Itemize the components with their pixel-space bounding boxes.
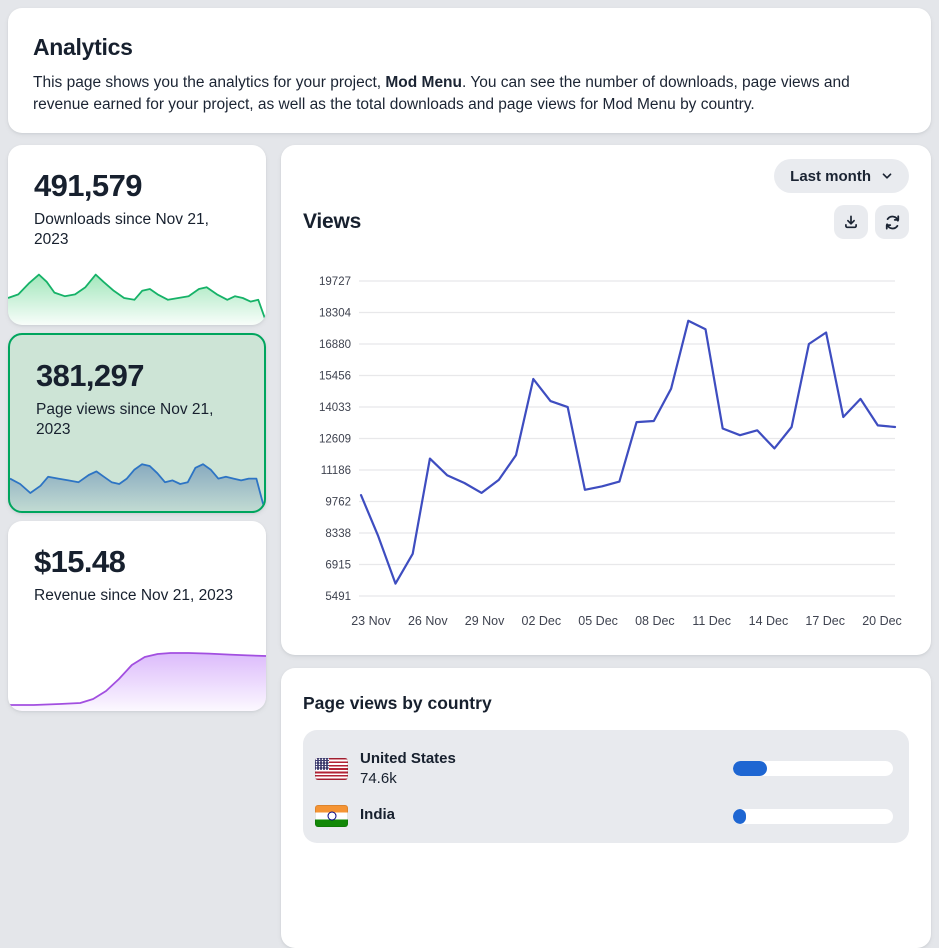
chevron-down-icon [881,170,893,182]
svg-text:19727: 19727 [319,276,351,288]
svg-text:14 Dec: 14 Dec [749,614,789,628]
page-views-sparkline [10,439,264,511]
svg-text:14033: 14033 [319,402,351,414]
country-info: India [360,806,395,826]
svg-text:11186: 11186 [321,465,351,477]
country-row-india: India [315,797,897,837]
country-progress-fill [733,809,746,824]
stat-card-page-views[interactable]: 381,297 Page views since Nov 21, 2023 [8,333,266,513]
svg-text:08 Dec: 08 Dec [635,614,675,628]
country-progress-bar [733,809,893,824]
svg-text:05 Dec: 05 Dec [578,614,618,628]
page-description-before: This page shows you the analytics for yo… [33,74,385,91]
svg-text:12609: 12609 [319,434,351,446]
country-row-united-states: United States 74.6k [315,742,897,797]
download-icon [843,214,859,230]
svg-text:23 Nov: 23 Nov [351,614,391,628]
stat-card-revenue[interactable]: $15.48 Revenue since Nov 21, 2023 [8,521,266,711]
refresh-icon [884,214,901,231]
page-views-label: Page views since Nov 21, 2023 [36,400,238,439]
svg-text:9762: 9762 [325,497,351,509]
country-info: United States 74.6k [360,750,456,787]
page-title: Analytics [33,34,906,61]
svg-text:8338: 8338 [325,528,351,540]
revenue-value: $15.48 [34,544,266,580]
country-name: United States [360,750,456,767]
svg-text:26 Nov: 26 Nov [408,614,448,628]
svg-text:6915: 6915 [325,560,351,572]
country-progress-fill [733,761,767,776]
chart-action-buttons [834,205,909,239]
country-progress-bar [733,761,893,776]
views-line-chart: 19727 18304 16880 15456 14033 12609 11186 9762 8… [303,251,905,633]
views-title-row: Views [303,205,909,239]
india-flag-icon [315,805,348,827]
refresh-chart-button[interactable] [875,205,909,239]
svg-text:15456: 15456 [319,371,351,383]
country-list: United States 74.6k India [303,730,909,843]
country-panel-title: Page views by country [303,693,909,714]
svg-text:5491: 5491 [325,591,351,603]
us-flag-icon [315,758,348,780]
range-selector-label: Last month [790,168,871,185]
svg-text:16880: 16880 [319,339,351,351]
analytics-page: { "header": { "title": "Analytics", "des… [0,0,939,815]
svg-text:17 Dec: 17 Dec [805,614,845,628]
svg-text:11 Dec: 11 Dec [692,614,731,628]
stat-card-downloads[interactable]: 491,579 Downloads since Nov 21, 2023 [8,145,266,325]
page-description: This page shows you the analytics for yo… [33,72,906,116]
views-panel: Last month Views [281,145,931,655]
svg-text:20 Dec: 20 Dec [862,614,902,628]
svg-text:18304: 18304 [319,308,352,320]
downloads-label: Downloads since Nov 21, 2023 [34,210,240,249]
range-selector-button[interactable]: Last month [774,159,909,193]
country-panel: Page views by country United States 74.6… [281,668,931,948]
project-name: Mod Menu [385,74,462,91]
downloads-value: 491,579 [34,168,266,204]
views-chart-title: Views [303,210,361,234]
downloads-sparkline [8,253,266,325]
page-header: Analytics This page shows you the analyt… [8,8,931,133]
svg-text:29 Nov: 29 Nov [465,614,505,628]
download-chart-button[interactable] [834,205,868,239]
range-selector-row: Last month [303,159,909,193]
country-value: 74.6k [360,770,456,787]
revenue-sparkline [8,631,266,711]
page-views-value: 381,297 [36,358,264,394]
revenue-label: Revenue since Nov 21, 2023 [34,586,240,606]
svg-text:02 Dec: 02 Dec [522,614,562,628]
